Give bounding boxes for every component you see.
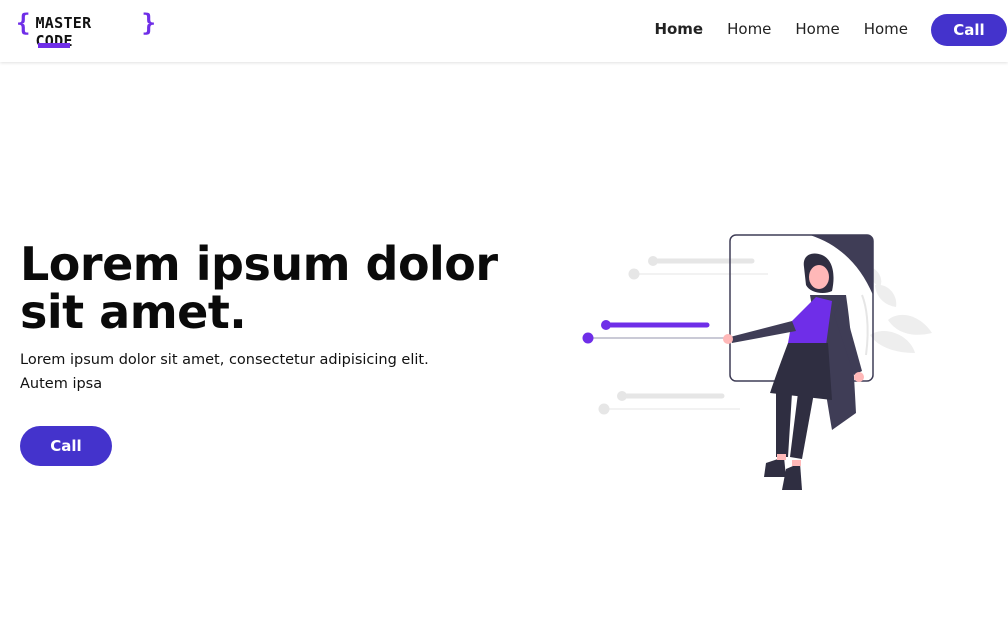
- nav-links: Home Home Home Home: [654, 20, 908, 38]
- woman-figure: [723, 253, 864, 490]
- gray-slider-top: [628, 256, 768, 280]
- nav-link-home-4[interactable]: Home: [864, 20, 908, 38]
- nav-link-home-3[interactable]: Home: [795, 20, 839, 38]
- hero-call-button[interactable]: Call: [20, 426, 112, 466]
- nav-link-home-1[interactable]: Home: [654, 20, 703, 38]
- nav-link-home-2[interactable]: Home: [727, 20, 771, 38]
- nav-call-button[interactable]: Call: [931, 14, 1007, 46]
- hero-subtitle: Lorem ipsum dolor sit amet, consectetur …: [20, 352, 429, 392]
- purple-slider: [582, 320, 725, 344]
- hero-title: Lorem ipsum dolor sit amet.: [20, 237, 498, 339]
- logo[interactable]: { MASTER CODE }: [16, 10, 156, 50]
- logo-brace-close: }: [141, 9, 156, 37]
- logo-underline: [38, 43, 70, 48]
- logo-brace-open: {: [16, 9, 31, 37]
- hero-illustration: [582, 234, 932, 490]
- navbar: { MASTER CODE } Home Home Home Home Call: [0, 0, 1008, 62]
- gray-slider-bottom: [598, 391, 740, 415]
